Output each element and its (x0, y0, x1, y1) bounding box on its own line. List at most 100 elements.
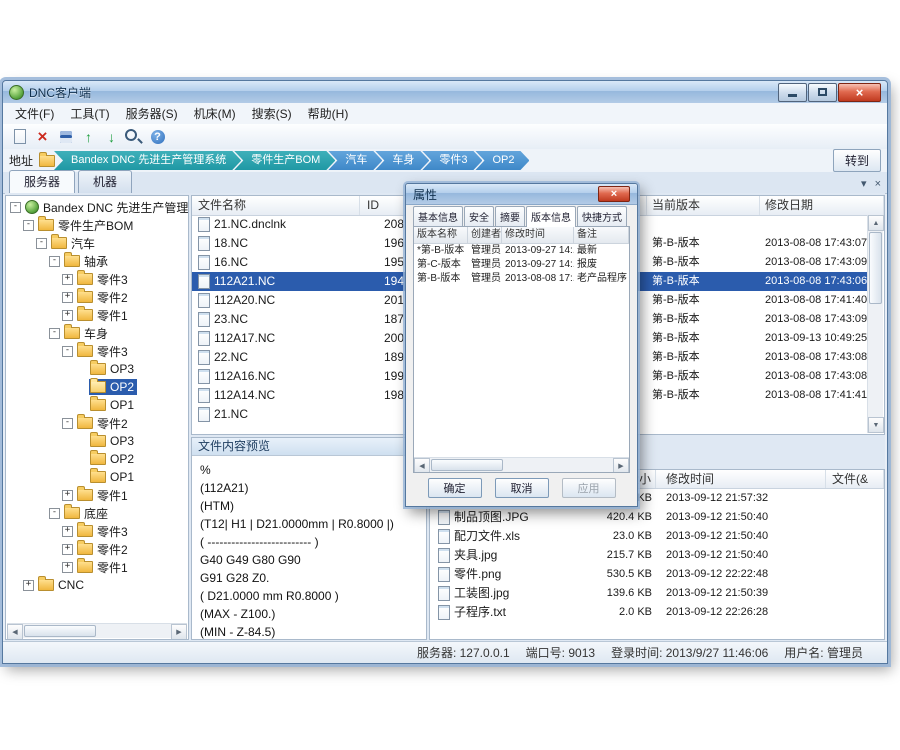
column-header-name[interactable]: 文件名称 (192, 196, 360, 215)
breadcrumb-item[interactable]: Bandex DNC 先进生产管理系统 (54, 151, 241, 170)
tree-expander-icon[interactable]: - (36, 238, 47, 249)
tree-expander-icon[interactable]: + (23, 580, 34, 591)
column-header-version[interactable]: 当前版本 (647, 196, 760, 215)
menu-item[interactable]: 搜索(S) (244, 103, 300, 124)
tree-item[interactable]: - 底座 (6, 504, 188, 522)
column-header-date[interactable]: 修改日期 (760, 196, 884, 215)
tree-item[interactable]: OP1 (6, 396, 188, 414)
go-button[interactable]: 转到 (833, 149, 881, 172)
attachment-row[interactable]: 子程序.txt 2.0 KB 2013-09-12 22:26:28 (430, 603, 884, 622)
breadcrumb-item[interactable]: 汽车 (328, 151, 382, 170)
tree-item[interactable]: + 零件2 (6, 288, 188, 306)
version-row[interactable]: 第-B-版本 管理员 2013-08-08 17:... 老产品程序 (414, 272, 629, 286)
dialog-tab[interactable]: 快捷方式 (577, 206, 627, 226)
menu-item[interactable]: 机床(M) (186, 103, 244, 124)
column-header-modified[interactable]: 修改时间 (502, 227, 574, 243)
dialog-horizontal-scrollbar[interactable]: ◀ ▶ (414, 457, 629, 472)
scrollbar-thumb[interactable] (869, 232, 882, 304)
menu-item[interactable]: 文件(F) (7, 103, 62, 124)
dialog-title-bar[interactable]: 属性 × (406, 184, 637, 205)
tree-expander-icon[interactable]: + (62, 274, 73, 285)
tree-horizontal-scrollbar[interactable]: ◀ ▶ (7, 623, 187, 638)
tree-item[interactable]: + 零件1 (6, 486, 188, 504)
column-header-file[interactable]: 文件(& (826, 470, 884, 488)
tree-item[interactable]: + 零件1 (6, 558, 188, 576)
version-row[interactable]: *第-B-版本 管理员 2013-09-27 14:... 最新 (414, 244, 629, 258)
column-header-time[interactable]: 修改时间 (656, 470, 826, 488)
new-file-icon[interactable] (9, 126, 30, 147)
tree-item[interactable]: - 汽车 (6, 234, 188, 252)
save-icon[interactable] (55, 126, 76, 147)
scroll-down-icon[interactable]: ▼ (868, 417, 884, 433)
scroll-up-icon[interactable]: ▲ (868, 215, 884, 231)
dialog-button[interactable]: 确定 (428, 478, 482, 498)
scrollbar-track[interactable] (868, 231, 883, 417)
dialog-tab[interactable]: 摘要 (495, 206, 525, 226)
download-icon[interactable] (101, 126, 122, 147)
maximize-button[interactable] (808, 83, 837, 102)
breadcrumb-item[interactable]: 零件生产BOM (234, 151, 335, 170)
scroll-left-icon[interactable]: ◀ (414, 458, 430, 473)
tree-item[interactable]: - 零件生产BOM (6, 216, 188, 234)
tree-expander-icon[interactable]: + (62, 526, 73, 537)
tree-expander-icon[interactable]: - (23, 220, 34, 231)
tree-item[interactable]: + CNC (6, 576, 188, 594)
close-button[interactable]: × (838, 83, 881, 102)
tree-item[interactable]: OP3 (6, 360, 188, 378)
scroll-left-icon[interactable]: ◀ (7, 624, 23, 640)
tree-item[interactable]: - 车身 (6, 324, 188, 342)
view-tab[interactable]: 机器 (78, 170, 132, 193)
attachment-row[interactable]: 工装图.jpg 139.6 KB 2013-09-12 21:50:39 (430, 584, 884, 603)
column-header-id[interactable]: ID (360, 196, 410, 215)
scroll-right-icon[interactable]: ▶ (171, 624, 187, 640)
search-icon[interactable] (124, 126, 145, 147)
menu-item[interactable]: 服务器(S) (118, 103, 186, 124)
tree-expander-icon[interactable]: - (62, 346, 73, 357)
tree-item[interactable]: - Bandex DNC 先进生产管理系统 (6, 198, 188, 216)
scrollbar-track[interactable] (430, 458, 613, 472)
tree-expander-icon[interactable]: - (49, 328, 60, 339)
menu-item[interactable]: 工具(T) (62, 103, 117, 124)
tree-expander-icon[interactable]: - (49, 508, 60, 519)
tree-item[interactable]: - 轴承 (6, 252, 188, 270)
column-header-note[interactable]: 备注 (574, 227, 629, 243)
tree-expander-icon[interactable]: + (62, 544, 73, 555)
dialog-close-button[interactable]: × (598, 186, 630, 202)
attachment-row[interactable]: 制品顶图.JPG 420.4 KB 2013-09-12 21:50:40 (430, 508, 884, 527)
dialog-button[interactable]: 取消 (495, 478, 549, 498)
tree-expander-icon[interactable]: - (49, 256, 60, 267)
tree-item[interactable]: + 零件1 (6, 306, 188, 324)
tree-expander-icon[interactable]: - (62, 418, 73, 429)
dialog-tab[interactable]: 安全 (464, 206, 494, 226)
delete-icon[interactable] (32, 126, 53, 147)
file-list-scrollbar[interactable]: ▲ ▼ (867, 215, 883, 433)
breadcrumb-item[interactable]: 车身 (375, 151, 429, 170)
tree-expander-icon[interactable]: + (62, 292, 73, 303)
upload-icon[interactable] (78, 126, 99, 147)
tree-item[interactable]: OP1 (6, 468, 188, 486)
tree-expander-icon[interactable]: + (62, 490, 73, 501)
column-header-version-name[interactable]: 版本名称 (414, 227, 468, 243)
column-header-creator[interactable]: 创建者 (468, 227, 502, 243)
tree-item[interactable]: OP3 (6, 432, 188, 450)
attachment-row[interactable]: 配刀文件.xls 23.0 KB 2013-09-12 21:50:40 (430, 527, 884, 546)
scrollbar-thumb[interactable] (24, 625, 96, 637)
tree-item[interactable]: OP2 (6, 450, 188, 468)
dialog-tab[interactable]: 版本信息 (526, 206, 576, 227)
dialog-button[interactable]: 应用 (562, 478, 616, 498)
breadcrumb-item[interactable]: 零件3 (422, 151, 482, 170)
minimize-button[interactable] (778, 83, 807, 102)
tree-item[interactable]: - 零件2 (6, 414, 188, 432)
attachment-row[interactable]: 零件.png 530.5 KB 2013-09-12 22:22:48 (430, 565, 884, 584)
tree-item[interactable]: + 零件2 (6, 540, 188, 558)
tree-expander-icon[interactable]: + (62, 562, 73, 573)
menu-item[interactable]: 帮助(H) (300, 103, 357, 124)
tree-expander-icon[interactable]: + (62, 310, 73, 321)
tree-expander-icon[interactable]: - (10, 202, 21, 213)
tree-item[interactable]: OP2 (6, 378, 188, 396)
title-bar[interactable]: DNC客户端 × (3, 81, 887, 104)
tree-item[interactable]: + 零件3 (6, 522, 188, 540)
attachment-row[interactable]: 夹具.jpg 215.7 KB 2013-09-12 21:50:40 (430, 546, 884, 565)
panel-dropdown-icon[interactable]: ▾ (861, 177, 867, 190)
scrollbar-thumb[interactable] (431, 459, 503, 471)
